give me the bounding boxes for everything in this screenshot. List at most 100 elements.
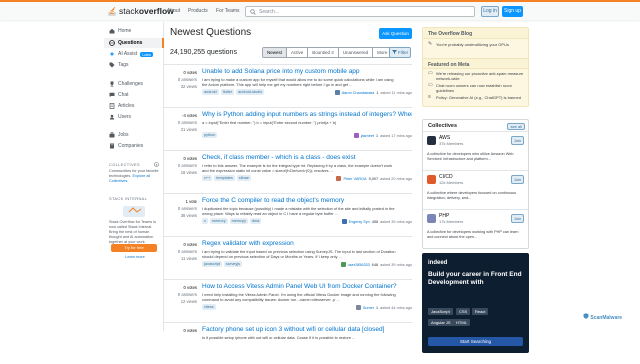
- try-for-free-button[interactable]: Try for free: [111, 244, 157, 252]
- question-title-link[interactable]: Why is Python adding input numbers as st…: [202, 111, 412, 118]
- question-tag[interactable]: c: [202, 218, 208, 224]
- asked-time[interactable]: asked 39 mins ago: [380, 220, 412, 224]
- avatar[interactable]: [341, 219, 347, 224]
- user-name[interactable]: Evgeniy Syn: [349, 220, 370, 224]
- question-tag[interactable]: dma: [249, 218, 262, 224]
- user-reputation: 1: [376, 305, 379, 310]
- ask-question-button[interactable]: Ask Question: [379, 28, 412, 39]
- login-button[interactable]: Log in: [481, 6, 499, 17]
- indeed-ad[interactable]: indeed Build your career in Front End De…: [422, 253, 529, 353]
- left-sidebar: Home Questions AI Assist Labs Tags Chall…: [104, 22, 164, 331]
- avatar[interactable]: [334, 90, 340, 95]
- search-input[interactable]: Search...: [245, 6, 475, 17]
- sidebar-item-jobs[interactable]: Jobs: [109, 132, 129, 138]
- question-tags: python: [202, 132, 218, 138]
- collective-logo-icon[interactable]: [427, 175, 436, 184]
- question-tag[interactable]: templates: [214, 175, 235, 181]
- user-name[interactable]: Aaron Chandawara: [342, 91, 375, 95]
- question-tags: vitess: [202, 304, 216, 310]
- info-icon[interactable]: [154, 162, 159, 167]
- user-reputation: 458: [371, 219, 379, 224]
- sidebar-label-home: Home: [118, 28, 132, 34]
- user-name[interactable]: user2856333: [348, 263, 370, 267]
- meta-item-text: We're releasing our proactive anti-spam …: [436, 71, 524, 81]
- avatar[interactable]: [353, 133, 359, 138]
- question-tag[interactable]: android-studio: [236, 89, 265, 95]
- join-button[interactable]: Join: [511, 214, 524, 223]
- user-name[interactable]: Sumer: [363, 306, 374, 310]
- question-tag[interactable]: c++: [202, 175, 213, 181]
- user-name[interactable]: Peter VARGA: [343, 177, 366, 181]
- blog-item[interactable]: ✎ You're probably underutilizing your GP…: [428, 42, 524, 48]
- question-tag[interactable]: javascript: [202, 261, 223, 267]
- tab-newest[interactable]: Newest: [263, 48, 288, 57]
- meta-item[interactable]: ▭ We're releasing our proactive anti-spa…: [428, 70, 524, 82]
- question-title-link[interactable]: Unable to add Solana price into my custo…: [202, 68, 412, 75]
- sidebar-item-challenges[interactable]: Challenges: [109, 81, 143, 87]
- question-tag[interactable]: android: [202, 89, 219, 95]
- meta-item-text: Chat room owners can now establish room …: [436, 83, 512, 93]
- user-reputation: 1: [376, 133, 379, 138]
- question-tag[interactable]: surveyjs: [224, 261, 242, 267]
- avatar[interactable]: [355, 305, 361, 310]
- join-button[interactable]: Join: [511, 136, 524, 145]
- tab-bountied[interactable]: Bountied 3: [308, 48, 339, 57]
- join-button[interactable]: Join: [511, 175, 524, 184]
- sidebar-item-ai-assist[interactable]: AI Assist Labs: [109, 51, 153, 57]
- sidebar-label-ai-assist: AI Assist: [118, 51, 138, 57]
- collective-logo-icon[interactable]: [427, 136, 436, 145]
- shield-icon: [583, 313, 589, 319]
- collective-members: 12k Members: [439, 180, 464, 185]
- sidebar-item-chat[interactable]: Chat: [109, 92, 129, 98]
- stack-logo-icon: [108, 7, 116, 16]
- tab-unanswered[interactable]: Unanswered: [339, 48, 374, 57]
- question-stats: -4 votes 0 answers 21 views: [164, 112, 197, 133]
- tab-active[interactable]: Active: [287, 48, 309, 57]
- meta-item[interactable]: ▭ Chat room owners can now establish roo…: [428, 83, 524, 94]
- start-searching-button[interactable]: Start Searching: [428, 337, 523, 346]
- avatar[interactable]: [336, 176, 342, 181]
- signup-button[interactable]: Sign up: [502, 6, 523, 17]
- sidebar-item-home[interactable]: Home: [109, 28, 131, 34]
- search-icon: [250, 9, 256, 15]
- question-title-link[interactable]: Force the C compiler to read the object'…: [202, 197, 412, 204]
- chat-bubble-icon: ▭: [428, 70, 433, 76]
- asked-time[interactable]: asked 11 mins ago: [380, 91, 412, 95]
- asked-time[interactable]: asked 39 mins ago: [380, 263, 412, 267]
- asked-time[interactable]: asked 20 mins ago: [380, 177, 412, 181]
- stackoverflow-logo[interactable]: stack overflow: [108, 5, 174, 16]
- sidebar-item-questions[interactable]: Questions: [104, 38, 164, 48]
- question-title-link[interactable]: How to Access Vitess Admin Panel Web UI …: [202, 283, 412, 290]
- sidebar-item-users[interactable]: Users: [109, 114, 131, 120]
- question-tag[interactable]: vitess: [202, 304, 216, 310]
- meta-item[interactable]: ≡ Policy: Generative AI (e.g., ChatGPT) …: [428, 95, 524, 101]
- sidebar-item-companies[interactable]: Companies: [109, 143, 143, 149]
- asked-time[interactable]: asked 44 mins ago: [380, 306, 412, 310]
- nav-products[interactable]: Products: [188, 8, 208, 14]
- question-tag[interactable]: python: [202, 132, 218, 138]
- avatar[interactable]: [340, 262, 346, 267]
- nav-for-teams[interactable]: For Teams: [216, 8, 240, 14]
- user-name[interactable]: jasmeet: [361, 134, 374, 138]
- page-title: Newest Questions: [170, 27, 252, 38]
- question-tag[interactable]: flutter: [220, 89, 235, 95]
- question-tag[interactable]: sfinae: [236, 175, 251, 181]
- question-title-link[interactable]: Factory phone set up icon 3 without wifi…: [202, 326, 412, 333]
- question-title-link[interactable]: Check, if class member - which is a clas…: [202, 154, 412, 161]
- filter-button[interactable]: Filter: [389, 47, 411, 58]
- asked-time[interactable]: asked 17 mins ago: [380, 134, 412, 138]
- building-icon: [110, 143, 114, 149]
- learn-more-link[interactable]: Learn more: [109, 255, 161, 260]
- see-all-link[interactable]: see all: [507, 123, 525, 130]
- question-tag[interactable]: memory: [209, 218, 228, 224]
- sidebar-item-articles[interactable]: Articles: [109, 103, 134, 109]
- blog-heading: The Overflow Blog: [423, 28, 528, 39]
- collective-logo-icon[interactable]: [427, 214, 436, 223]
- sidebar-item-tags[interactable]: Tags: [109, 62, 129, 68]
- sparkle-icon: [109, 51, 115, 57]
- question-title-link[interactable]: Regex validator with expression: [202, 240, 412, 247]
- user-reputation: 1: [376, 90, 379, 95]
- nav-about[interactable]: About: [167, 8, 180, 14]
- sort-tabs: Newest Active Bountied 3 Unanswered More…: [262, 47, 396, 58]
- question-tag[interactable]: memcpy: [229, 218, 248, 224]
